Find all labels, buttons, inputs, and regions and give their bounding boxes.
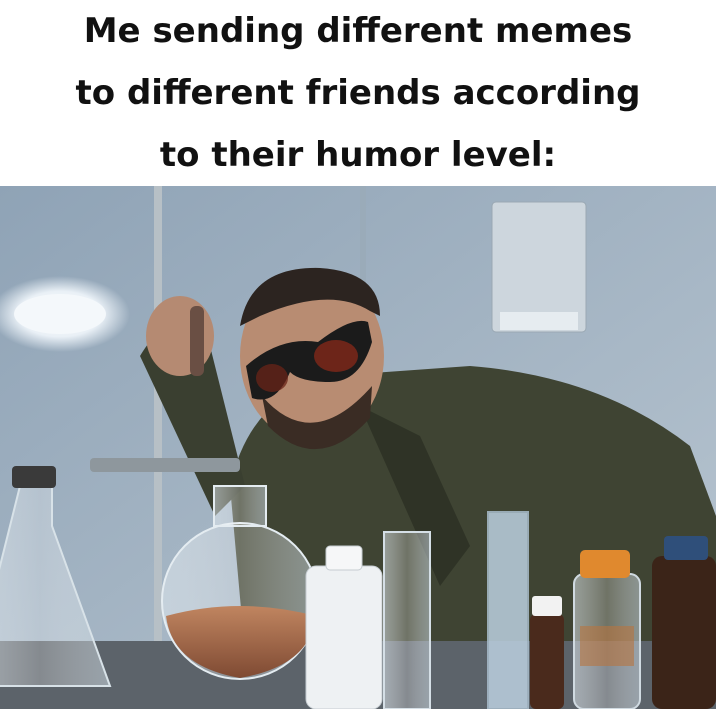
caption-line-1: Me sending different memes [83, 11, 633, 51]
caption-line-3: to their humor level: [159, 135, 557, 175]
lamp-icon [14, 294, 106, 334]
clamp [90, 458, 240, 472]
small-vial [530, 614, 564, 709]
graduated-cylinder [383, 531, 431, 709]
blue-cylinder [487, 511, 529, 709]
meme: Me sending different memes to different … [0, 0, 716, 709]
meme-caption: Me sending different memes to different … [0, 0, 716, 186]
stand-rod [154, 186, 162, 709]
brown-bottle [652, 556, 716, 709]
caption-line-2: to different friends according [75, 73, 641, 113]
reagent-bottle [305, 565, 383, 709]
vial-icon [190, 306, 204, 376]
lab-photo [0, 186, 716, 709]
lab-scene-illustration [0, 186, 716, 709]
